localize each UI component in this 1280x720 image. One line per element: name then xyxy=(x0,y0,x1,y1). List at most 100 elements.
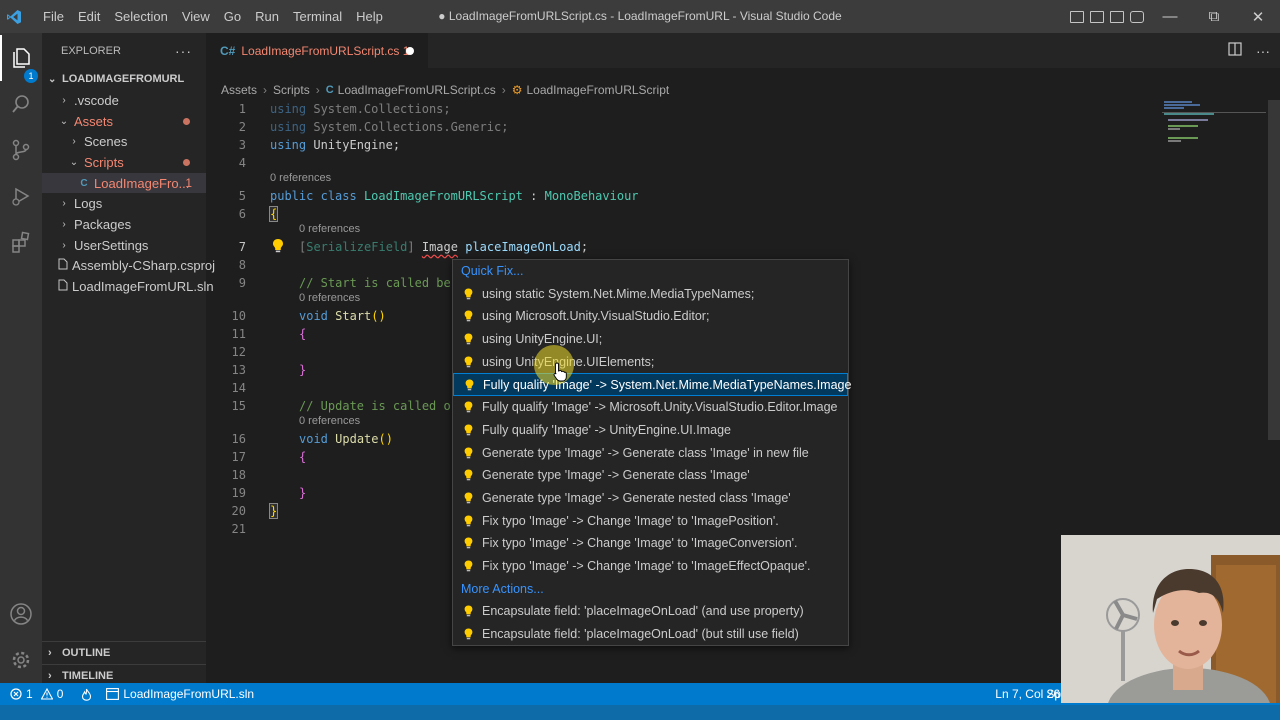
more-actions-icon[interactable]: ··· xyxy=(175,43,192,59)
breadcrumb-item[interactable]: LoadImageFromURLScript.cs xyxy=(338,83,496,97)
warning-icon xyxy=(40,688,53,700)
flame-icon xyxy=(82,688,92,701)
code-text: using System.Collections.Generic; xyxy=(270,120,509,134)
tree-item[interactable]: › UserSettings xyxy=(42,235,206,256)
tree-item-label: LoadImageFro... xyxy=(94,175,190,191)
minimize-icon[interactable]: — xyxy=(1148,0,1192,33)
editor-more-icon[interactable]: ··· xyxy=(1256,43,1270,59)
outline-label: OUTLINE xyxy=(62,647,111,659)
tree-item-label: .vscode xyxy=(74,92,119,108)
codelens-references[interactable]: 0 references xyxy=(299,222,360,236)
tree-item[interactable]: ⌄ Scripts xyxy=(42,152,206,173)
menu-item-selection[interactable]: Selection xyxy=(107,0,174,33)
outline-section[interactable]: › OUTLINE xyxy=(42,642,206,664)
menu-item-edit[interactable]: Edit xyxy=(71,0,107,33)
quick-fix-item[interactable]: using UnityEngine.UIElements; xyxy=(453,351,848,374)
toggle-secondary-sidebar-icon[interactable] xyxy=(1110,10,1124,23)
quick-fix-item-label: Generate type 'Image' -> Generate nested… xyxy=(482,490,791,505)
layout-controls xyxy=(1070,0,1144,33)
close-icon[interactable]: ✕ xyxy=(1236,0,1280,33)
tab-loadimagefromurlscript[interactable]: C# LoadImageFromURLScript.cs 1 xyxy=(206,33,428,68)
quick-fix-item-label: Fix typo 'Image' -> Change 'Image' to 'I… xyxy=(482,558,811,573)
refactor-item[interactable]: Encapsulate field: 'placeImageOnLoad' (a… xyxy=(453,600,848,623)
account-icon xyxy=(10,603,32,625)
quick-fix-item[interactable]: Fully qualify 'Image' -> System.Net.Mime… xyxy=(453,373,851,397)
solution-selector[interactable]: LoadImageFromURL.sln xyxy=(106,687,254,701)
refactor-item[interactable]: Encapsulate field: 'placeImageOnLoad' (b… xyxy=(453,623,848,646)
menu-item-help[interactable]: Help xyxy=(349,0,390,33)
toggle-panel-icon[interactable] xyxy=(1090,10,1104,23)
flame-indicator[interactable] xyxy=(81,688,92,701)
quick-fix-item[interactable]: using UnityEngine.UI; xyxy=(453,328,848,351)
source-control-activity[interactable] xyxy=(0,127,42,173)
quick-fix-item[interactable]: Generate type 'Image' -> Generate class … xyxy=(453,464,848,487)
chevron-right-icon: › xyxy=(48,669,52,682)
quick-fix-item[interactable]: Fix typo 'Image' -> Change 'Image' to 'I… xyxy=(453,532,848,555)
line-number: 19 xyxy=(231,486,246,500)
quick-fix-item[interactable]: Generate type 'Image' -> Generate class … xyxy=(453,442,848,465)
codelens-references[interactable]: 0 references xyxy=(270,171,331,185)
vscode-logo-icon xyxy=(0,0,28,33)
quick-fix-item-label: Generate type 'Image' -> Generate class … xyxy=(482,468,750,483)
quick-fix-item[interactable]: Fully qualify 'Image' -> Microsoft.Unity… xyxy=(453,396,848,419)
quick-fix-item[interactable]: Generate type 'Image' -> Generate nested… xyxy=(453,487,848,510)
customize-layout-icon[interactable] xyxy=(1130,10,1144,23)
file-tree: › .vscode ⌄ Assets › Scenes ⌄ Scripts C LoadImage… xyxy=(42,90,215,297)
line-number: 21 xyxy=(231,522,246,536)
menu-item-go[interactable]: Go xyxy=(217,0,248,33)
breadcrumb-item[interactable]: LoadImageFromURLScript xyxy=(526,83,669,97)
tree-item[interactable]: ⌄ Assets xyxy=(42,111,206,132)
accounts-activity[interactable] xyxy=(0,591,42,637)
tree-item[interactable]: C LoadImageFro... 1 xyxy=(42,172,206,194)
tree-item[interactable]: › Scenes xyxy=(42,131,206,152)
tree-item-label: LoadImageFromURL.sln xyxy=(72,279,214,295)
tree-item[interactable]: › .vscode xyxy=(42,90,206,111)
tree-item[interactable]: › Logs xyxy=(42,193,206,214)
quick-fix-item[interactable]: using static System.Net.Mime.MediaTypeNa… xyxy=(453,283,848,306)
project-folder-header[interactable]: ⌄ LOADIMAGEFROMURL xyxy=(42,68,206,90)
chevron-right-icon: › xyxy=(501,83,506,97)
lightbulb-icon[interactable] xyxy=(272,238,284,256)
indentation-setting[interactable]: Sp xyxy=(1046,687,1061,701)
refactor-item-label: Encapsulate field: 'placeImageOnLoad' (b… xyxy=(482,627,799,641)
code-text: // Update is called o xyxy=(299,399,451,413)
code-text: using UnityEngine; xyxy=(270,138,401,152)
quick-fix-item[interactable]: Fix typo 'Image' -> Change 'Image' to 'I… xyxy=(453,510,848,533)
quick-fix-menu: Quick Fix... using static System.Net.Mime… xyxy=(452,259,851,646)
breadcrumb-item[interactable]: Assets xyxy=(221,83,257,97)
explorer-sidebar: EXPLORER ··· ⌄ LOADIMAGEFROMURL › .vscode… xyxy=(42,33,215,683)
csharp-file-icon: C xyxy=(325,84,334,96)
codelens-references[interactable]: 0 references xyxy=(299,414,360,428)
line-number: 15 xyxy=(231,399,246,413)
unsaved-dot-icon[interactable] xyxy=(406,47,414,55)
editor-scrollbar[interactable] xyxy=(1268,100,1280,440)
chevron-down-icon: ⌄ xyxy=(69,156,79,168)
restore-icon[interactable]: ⧉ xyxy=(1192,0,1236,33)
extensions-activity[interactable] xyxy=(0,219,42,265)
run-debug-activity[interactable] xyxy=(0,173,42,219)
split-editor-icon[interactable] xyxy=(1228,42,1242,59)
tree-item[interactable]: › Packages xyxy=(42,214,206,235)
manage-activity[interactable] xyxy=(0,637,42,683)
codelens-references[interactable]: 0 references xyxy=(299,291,360,305)
code-text: void Start() xyxy=(299,309,386,323)
menu-item-view[interactable]: View xyxy=(175,0,217,33)
tree-item[interactable]: Assembly-CSharp.csproj xyxy=(42,256,215,277)
toggle-sidebar-icon[interactable] xyxy=(1070,10,1084,23)
quick-fix-item-label: Generate type 'Image' -> Generate class … xyxy=(482,445,809,460)
explorer-activity[interactable]: 1 xyxy=(0,35,42,83)
line-number: 13 xyxy=(231,363,246,377)
quick-fix-item[interactable]: Fix typo 'Image' -> Change 'Image' to 'I… xyxy=(453,555,848,578)
menu-item-terminal[interactable]: Terminal xyxy=(286,0,349,33)
code-text: { xyxy=(268,206,279,222)
breadcrumb-item[interactable]: Scripts xyxy=(273,83,310,97)
problems-indicator[interactable]: 1 0 xyxy=(10,687,63,701)
quick-fix-item[interactable]: Fully qualify 'Image' -> UnityEngine.UI.… xyxy=(453,419,848,442)
search-activity[interactable] xyxy=(0,81,42,127)
source-control-icon xyxy=(12,139,30,161)
tree-item[interactable]: LoadImageFromURL.sln xyxy=(42,276,214,297)
quick-fix-item[interactable]: using Microsoft.Unity.VisualStudio.Edito… xyxy=(453,305,848,328)
menu-item-file[interactable]: File xyxy=(36,0,71,33)
quick-fix-item-label: Fully qualify 'Image' -> UnityEngine.UI.… xyxy=(482,422,731,437)
menu-item-run[interactable]: Run xyxy=(248,0,286,33)
